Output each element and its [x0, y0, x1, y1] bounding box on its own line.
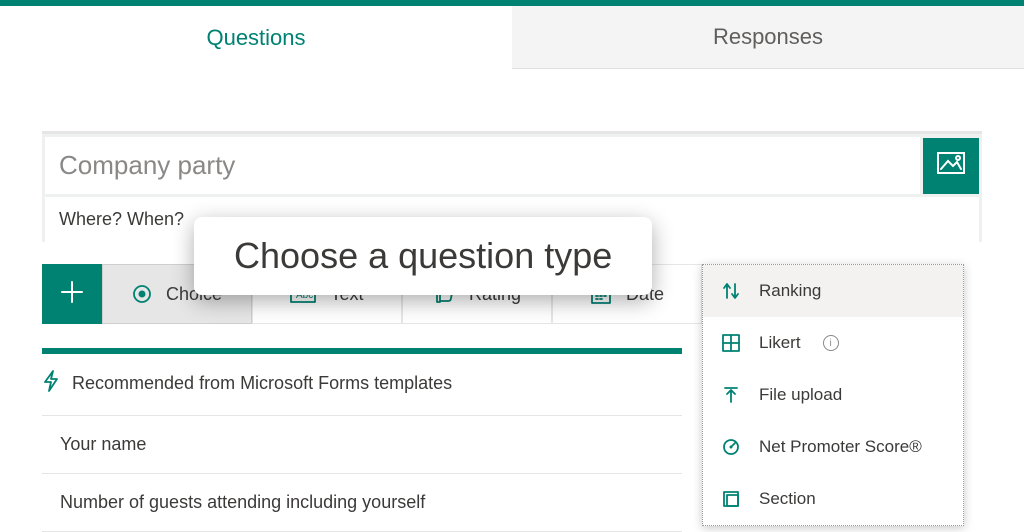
app: Questions Responses Company party Where?…: [0, 0, 1024, 532]
recommendation-row[interactable]: Your name: [42, 416, 682, 474]
recommendations-title: Recommended from Microsoft Forms templat…: [72, 373, 452, 394]
type-nps-item[interactable]: Net Promoter Score®: [703, 421, 963, 473]
type-section-item[interactable]: Section: [703, 473, 963, 525]
type-section-label: Section: [759, 489, 816, 509]
form-canvas: Company party Where? When? Choice: [0, 69, 1024, 532]
tab-questions[interactable]: Questions: [0, 6, 512, 69]
section-icon: [721, 490, 741, 508]
gauge-icon: [721, 438, 741, 456]
info-icon[interactable]: i: [823, 335, 839, 351]
plus-icon: [59, 279, 85, 310]
form-title-input[interactable]: Company party: [45, 137, 920, 194]
type-nps-label: Net Promoter Score®: [759, 437, 922, 457]
image-icon: [937, 152, 965, 179]
ranking-icon: [721, 282, 741, 300]
tooltip: Choose a question type: [194, 217, 652, 295]
type-likert-label: Likert: [759, 333, 801, 353]
type-file-upload-item[interactable]: File upload: [703, 369, 963, 421]
type-ranking-label: Ranking: [759, 281, 821, 301]
add-question-button[interactable]: [42, 264, 102, 324]
tab-strip: Questions Responses: [0, 0, 1024, 69]
recommendation-row[interactable]: Number of guests attending including you…: [42, 474, 682, 532]
upload-icon: [721, 386, 741, 404]
lightning-icon: [42, 370, 60, 397]
tab-responses[interactable]: Responses: [512, 6, 1024, 69]
likert-icon: [721, 334, 741, 352]
type-file-upload-label: File upload: [759, 385, 842, 405]
add-image-button[interactable]: [923, 138, 979, 194]
separator: [42, 348, 682, 354]
more-types-dropdown: Ranking Likert i File upload: [702, 264, 964, 526]
radio-icon: [132, 284, 152, 304]
type-likert-item[interactable]: Likert i: [703, 317, 963, 369]
type-ranking-item[interactable]: Ranking: [703, 265, 963, 317]
